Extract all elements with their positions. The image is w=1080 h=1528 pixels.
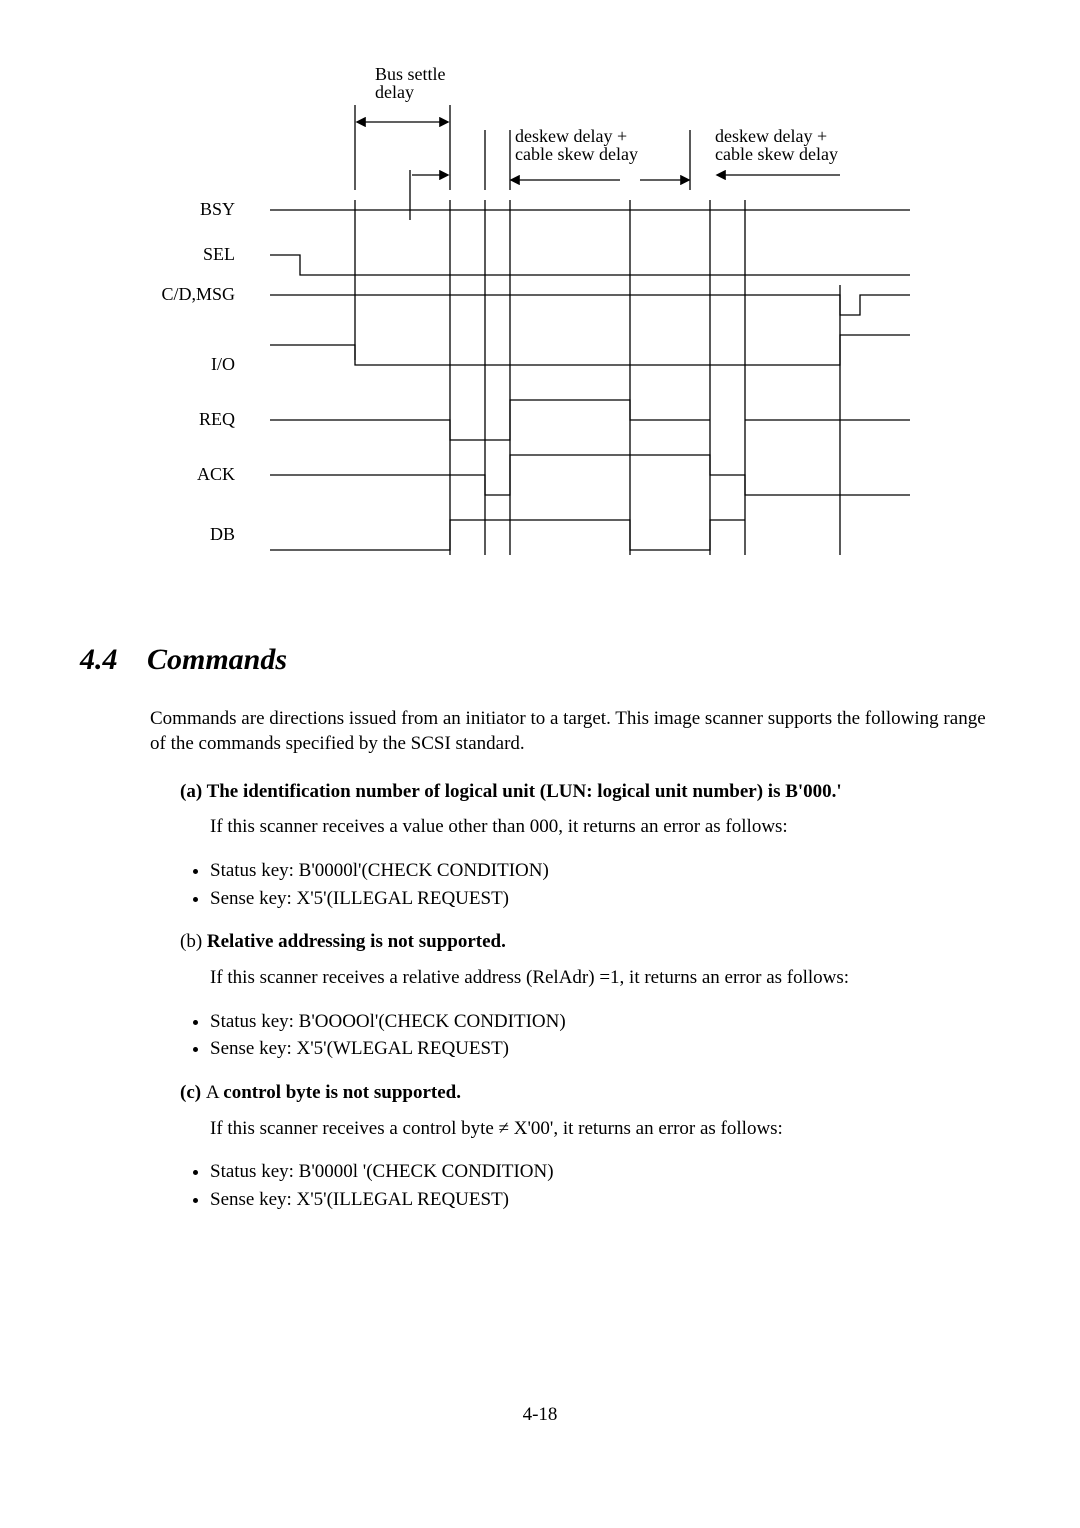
item-c-bullet-1: Status key: B'0000l '(CHECK CONDITION) bbox=[210, 1159, 1000, 1185]
signal-label-cdmsg: C/D,MSG bbox=[161, 284, 235, 304]
item-a-bullet-1: Status key: B'0000l'(CHECK CONDITION) bbox=[210, 858, 1000, 884]
label-deskew-2: deskew delay +cable skew delay bbox=[715, 126, 838, 164]
timing-svg: .l { stroke:#000; stroke-width:1.3; fill… bbox=[140, 60, 960, 580]
item-b-label: (b) bbox=[180, 931, 207, 952]
label-bus-settle: Bus settledelay bbox=[375, 64, 446, 102]
item-a-bullet-2: Sense key: X'5'(ILLEGAL REQUEST) bbox=[210, 886, 1000, 912]
item-b-bullet-1: Status key: B'OOOOl'(CHECK CONDITION) bbox=[210, 1009, 1000, 1035]
item-b-bullets: Status key: B'OOOOl'(CHECK CONDITION) Se… bbox=[210, 1009, 1000, 1062]
label-deskew-1: deskew delay +cable skew delay bbox=[515, 126, 638, 164]
signal-label-ack: ACK bbox=[197, 464, 235, 484]
section-heading: 4.4 Commands bbox=[80, 640, 1000, 681]
signal-label-io: I/O bbox=[211, 354, 235, 374]
item-c-bullets: Status key: B'0000l '(CHECK CONDITION) S… bbox=[210, 1159, 1000, 1212]
timing-diagram: .l { stroke:#000; stroke-width:1.3; fill… bbox=[140, 60, 1000, 580]
section-number: 4.4 bbox=[80, 640, 118, 681]
item-a-bullets: Status key: B'0000l'(CHECK CONDITION) Se… bbox=[210, 858, 1000, 911]
item-a-label: (a) bbox=[180, 781, 207, 802]
item-c-lead: If this scanner receives a control byte … bbox=[210, 1116, 1000, 1142]
item-c-label: (c) bbox=[180, 1082, 206, 1103]
signal-label-sel: SEL bbox=[203, 244, 235, 264]
item-a: (a) The identification number of logical… bbox=[180, 779, 1000, 840]
item-c-title: control byte is not supported. bbox=[223, 1082, 461, 1103]
item-b-lead: If this scanner receives a relative addr… bbox=[210, 965, 1000, 991]
signal-label-req: REQ bbox=[199, 409, 235, 429]
item-b: (b) Relative addressing is not supported… bbox=[180, 929, 1000, 990]
item-b-bullet-2: Sense key: X'5'(WLEGAL REQUEST) bbox=[210, 1036, 1000, 1062]
section-title: Commands bbox=[147, 643, 287, 676]
item-a-title: The identification number of logical uni… bbox=[207, 781, 842, 802]
item-a-lead: If this scanner receives a value other t… bbox=[210, 814, 1000, 840]
item-c-pre: A bbox=[206, 1082, 223, 1103]
item-b-title: Relative addressing is not supported. bbox=[207, 931, 506, 952]
signal-label-bsy: BSY bbox=[200, 199, 235, 219]
item-c: (c) A control byte is not supported. If … bbox=[180, 1080, 1000, 1141]
signal-label-db: DB bbox=[210, 524, 235, 544]
page-number: 4-18 bbox=[80, 1402, 1000, 1428]
item-c-bullet-2: Sense key: X'5'(ILLEGAL REQUEST) bbox=[210, 1187, 1000, 1213]
intro-paragraph: Commands are directions issued from an i… bbox=[150, 706, 1000, 757]
